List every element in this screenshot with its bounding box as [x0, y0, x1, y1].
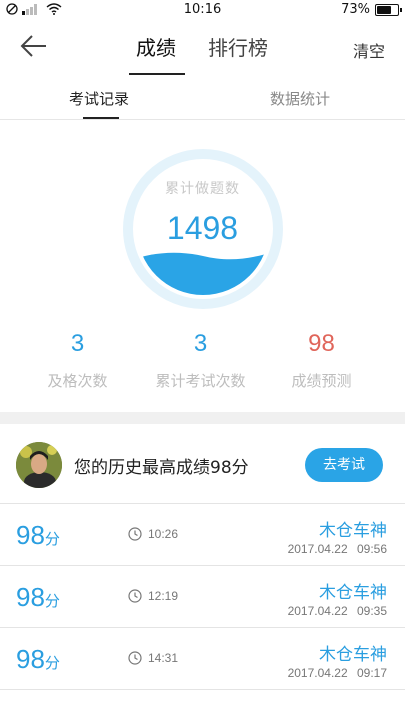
- stat-label: 及格次数: [47, 372, 108, 390]
- stat-label: 成绩预测: [291, 372, 352, 390]
- section-divider: [0, 412, 405, 424]
- record-date: 2017.04.22: [287, 666, 348, 680]
- nav-bar: 成绩 排行榜 清空: [0, 20, 405, 76]
- record-date: 2017.04.22: [287, 604, 348, 618]
- record-datetime: 2017.04.22 09:17: [288, 666, 387, 680]
- record-user-name: 木仓车神: [319, 645, 387, 665]
- stat-value: 3: [70, 330, 85, 357]
- clock-icon: [128, 589, 142, 603]
- exam-record[interactable]: 98分 12:19 木仓车神 2017.04.22 09:35: [0, 566, 405, 628]
- exam-record[interactable]: 98分 14:31 木仓车神 2017.04.22 09:17: [0, 628, 405, 690]
- record-score-value: 98: [16, 520, 45, 550]
- best-score-text: 您的历史最高成绩98分: [74, 458, 249, 478]
- summary-panel: 累计做题数 1498 3 及格次数 3 累计考试次数 98 成绩预测: [0, 120, 405, 412]
- record-score-value: 98: [16, 644, 45, 674]
- clear-button[interactable]: 清空: [353, 38, 385, 62]
- stat-label: 累计考试次数: [155, 372, 246, 390]
- clock-icon: [128, 651, 142, 665]
- tab-records-indicator: [83, 117, 119, 119]
- tab-data-stats[interactable]: 数据统计: [270, 88, 330, 109]
- record-score: 98分: [16, 582, 60, 613]
- stat-value: 98: [308, 330, 335, 357]
- record-score-unit: 分: [44, 654, 60, 672]
- record-duration-value: 10:26: [148, 527, 179, 541]
- record-clock: 09:56: [356, 542, 387, 556]
- record-duration-value: 12:19: [148, 589, 179, 603]
- record-duration: 14:31: [128, 651, 178, 665]
- record-score-unit: 分: [44, 530, 60, 548]
- stat-exam-count: 3 累计考试次数: [133, 330, 268, 391]
- record-datetime: 2017.04.22 09:35: [288, 604, 387, 618]
- take-exam-button[interactable]: 去考试: [305, 448, 383, 482]
- gauge-value: 1498: [166, 210, 239, 246]
- battery-status: 73%: [341, 2, 402, 17]
- clock-icon: [128, 527, 142, 541]
- gauge-label: 累计做题数: [165, 181, 240, 197]
- record-user-name: 木仓车神: [319, 583, 387, 603]
- record-duration-value: 14:31: [148, 651, 179, 665]
- battery-icon: [375, 3, 402, 16]
- record-score: 98分: [16, 520, 60, 551]
- best-score-row: 您的历史最高成绩98分 去考试: [0, 424, 405, 504]
- record-date: 2017.04.22: [287, 542, 348, 556]
- record-score-unit: 分: [44, 592, 60, 610]
- avatar: [16, 442, 62, 488]
- record-duration: 10:26: [128, 527, 178, 541]
- stat-score-prediction: 98 成绩预测: [254, 330, 389, 391]
- battery-level: [377, 5, 391, 14]
- back-arrow-icon: [20, 35, 46, 57]
- record-user-name: 木仓车神: [319, 521, 387, 541]
- battery-percent: 73%: [341, 2, 370, 17]
- exam-record[interactable]: 98分 10:26 木仓车神 2017.04.22 09:56: [0, 504, 405, 566]
- tab-leaderboard[interactable]: 排行榜: [208, 32, 268, 61]
- stat-pass-count: 3 及格次数: [10, 330, 145, 391]
- sub-tabs: 考试记录 数据统计: [0, 76, 405, 120]
- back-button[interactable]: [20, 34, 50, 62]
- record-duration: 12:19: [128, 589, 178, 603]
- record-score-value: 98: [16, 582, 45, 612]
- status-bar: 10:16 73%: [0, 0, 405, 20]
- record-score: 98分: [16, 644, 60, 675]
- record-datetime: 2017.04.22 09:56: [288, 542, 387, 556]
- tab-score-indicator: [129, 73, 185, 75]
- tab-exam-records[interactable]: 考试记录: [69, 88, 129, 109]
- stat-value: 3: [193, 330, 208, 357]
- record-clock: 09:35: [356, 604, 387, 618]
- avatar-image: [16, 442, 62, 488]
- record-clock: 09:17: [356, 666, 387, 680]
- tab-score[interactable]: 成绩: [136, 32, 176, 61]
